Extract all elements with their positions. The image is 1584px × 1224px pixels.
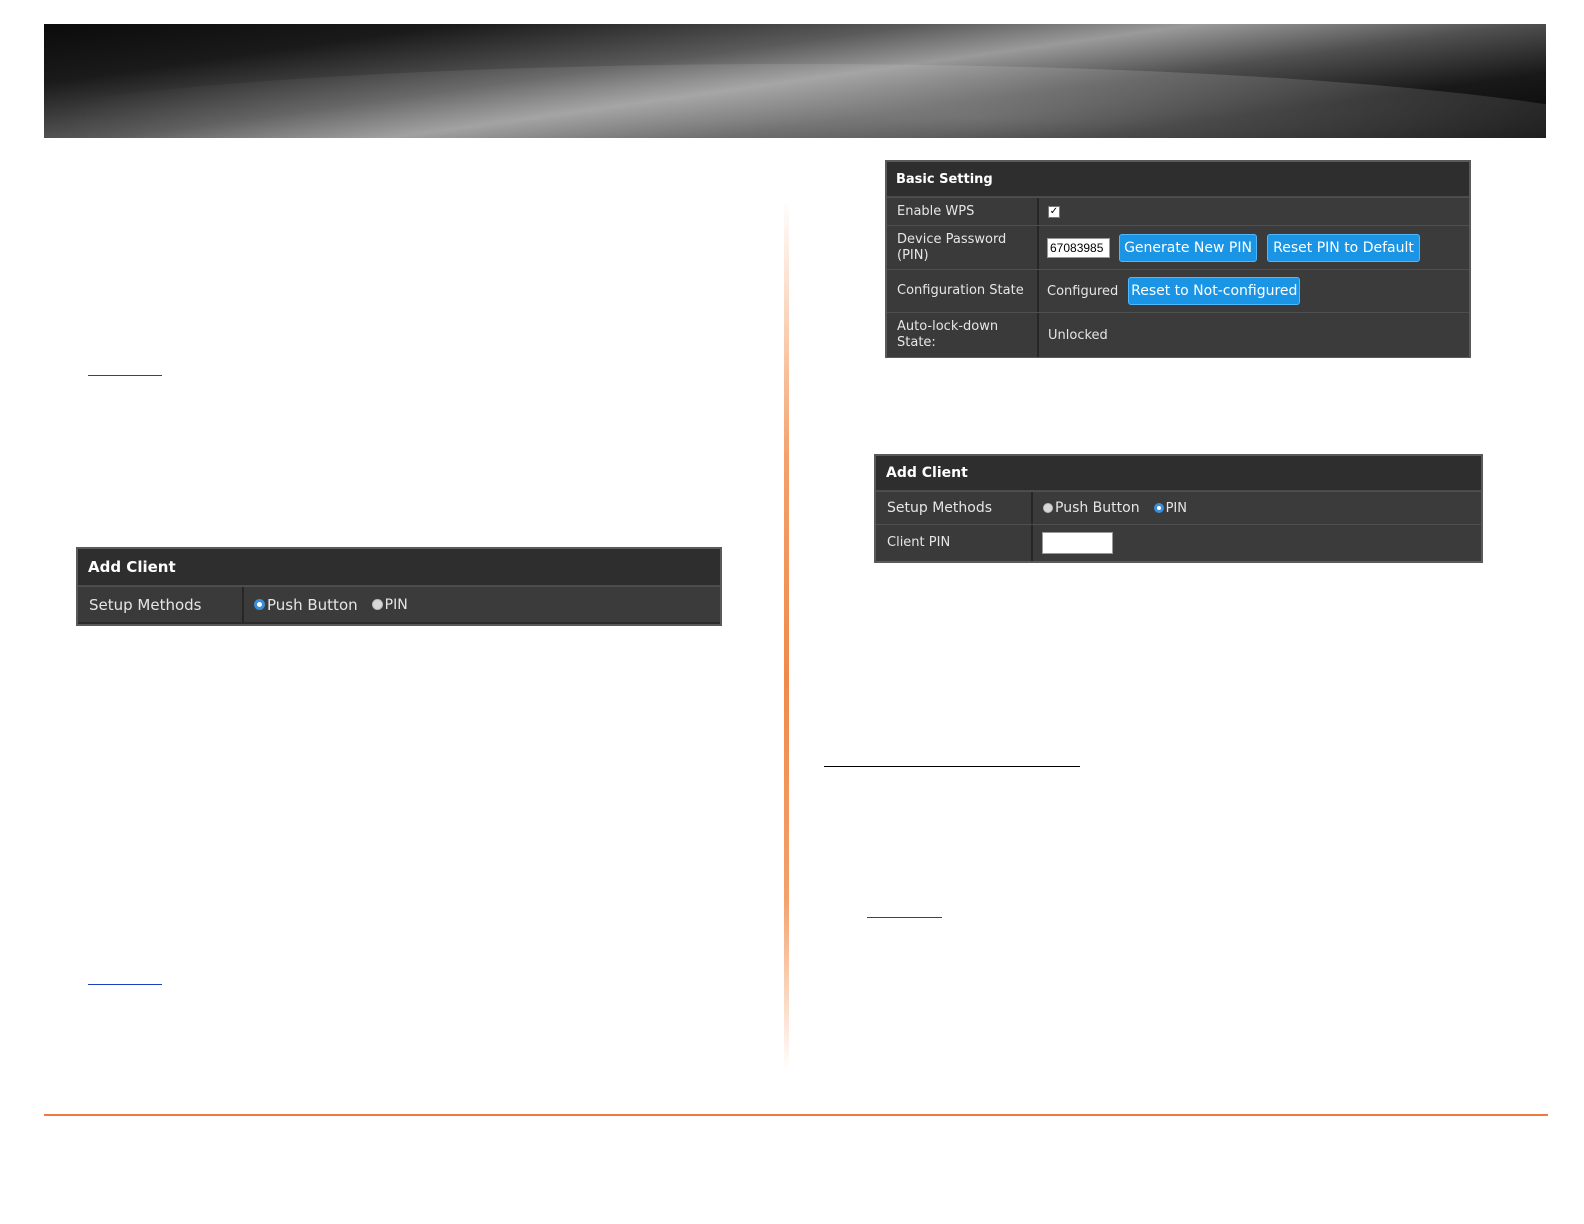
radio-unselected-icon[interactable] — [371, 599, 383, 610]
radio-pin-label: PIN — [384, 596, 408, 613]
radio-unselected-icon[interactable] — [1043, 503, 1053, 513]
radio-pin-label: PIN — [1165, 500, 1187, 516]
configuration-state-label: Configuration State — [887, 270, 1039, 312]
auto-lock-label-line1: Auto-lock-down — [897, 319, 999, 335]
setup-methods-row: Setup Methods Push Button PIN — [78, 586, 720, 622]
radio-pin[interactable]: PIN — [1153, 500, 1187, 516]
client-pin-label: Client PIN — [876, 525, 1033, 561]
basic-setting-panel: Basic Setting Enable WPS ✓ Device Passwo… — [885, 160, 1471, 358]
panel-title: Basic Setting — [887, 162, 1469, 197]
add-client-pin-panel: Add Client Setup Methods Push Button PIN… — [874, 454, 1483, 563]
enable-wps-row: Enable WPS ✓ — [887, 197, 1469, 225]
radio-push-button-label: Push Button — [267, 595, 358, 614]
auto-lock-label: Auto-lock-down State: — [887, 313, 1039, 357]
auto-lock-label-line2: State: — [897, 335, 936, 350]
radio-push-button-label: Push Button — [1055, 500, 1140, 516]
device-password-label: Device Password (PIN) — [887, 226, 1039, 269]
link-underline-1[interactable] — [88, 375, 162, 376]
setup-methods-row: Setup Methods Push Button PIN — [876, 491, 1481, 524]
add-client-push-panel: Add Client Setup Methods Push Button PIN — [76, 547, 722, 626]
radio-selected-icon[interactable] — [1153, 503, 1164, 513]
footer-rule — [44, 1114, 1548, 1116]
configuration-state-text: Configured — [1047, 283, 1119, 299]
reset-not-configured-button[interactable]: Reset to Not-configured — [1128, 277, 1301, 305]
setup-methods-options: Push Button PIN — [244, 587, 720, 622]
section-heading-underline — [824, 766, 1080, 767]
setup-methods-options: Push Button PIN — [1033, 492, 1481, 524]
configuration-state-value: Configured Reset to Not-configured — [1039, 270, 1469, 312]
enable-wps-value: ✓ — [1039, 198, 1469, 225]
client-pin-input[interactable] — [1042, 532, 1113, 554]
reset-pin-default-button[interactable]: Reset PIN to Default — [1267, 233, 1420, 262]
setup-methods-label: Setup Methods — [876, 492, 1033, 524]
auto-lock-row: Auto-lock-down State: Unlocked — [887, 312, 1469, 357]
client-pin-row: Client PIN — [876, 524, 1481, 561]
radio-push-button[interactable]: Push Button — [1043, 500, 1140, 516]
device-password-label-line2: (PIN) — [897, 247, 929, 263]
enable-wps-checkbox[interactable]: ✓ — [1048, 205, 1060, 218]
radio-push-button[interactable]: Push Button — [254, 596, 358, 614]
panel-title: Add Client — [876, 456, 1481, 491]
device-password-row: Device Password (PIN) 67083985 Generate … — [887, 225, 1469, 269]
client-pin-value — [1033, 525, 1481, 561]
pin-input[interactable]: 67083985 — [1047, 237, 1110, 258]
panel-title: Add Client — [78, 549, 720, 586]
configuration-state-row: Configuration State Configured Reset to … — [887, 269, 1469, 312]
column-divider — [784, 200, 789, 1070]
radio-selected-icon[interactable] — [254, 599, 265, 610]
setup-methods-label: Setup Methods — [78, 587, 244, 622]
radio-pin[interactable]: PIN — [371, 596, 408, 613]
link-underline-3[interactable] — [867, 917, 942, 918]
header-banner — [44, 24, 1546, 138]
generate-new-pin-button[interactable]: Generate New PIN — [1119, 233, 1257, 262]
device-password-value: 67083985 Generate New PIN Reset PIN to D… — [1039, 226, 1469, 269]
enable-wps-label: Enable WPS — [887, 198, 1039, 225]
device-password-label-line1: Device Password — [897, 231, 1007, 247]
link-underline-2[interactable] — [88, 984, 162, 985]
auto-lock-value: Unlocked — [1039, 313, 1469, 357]
